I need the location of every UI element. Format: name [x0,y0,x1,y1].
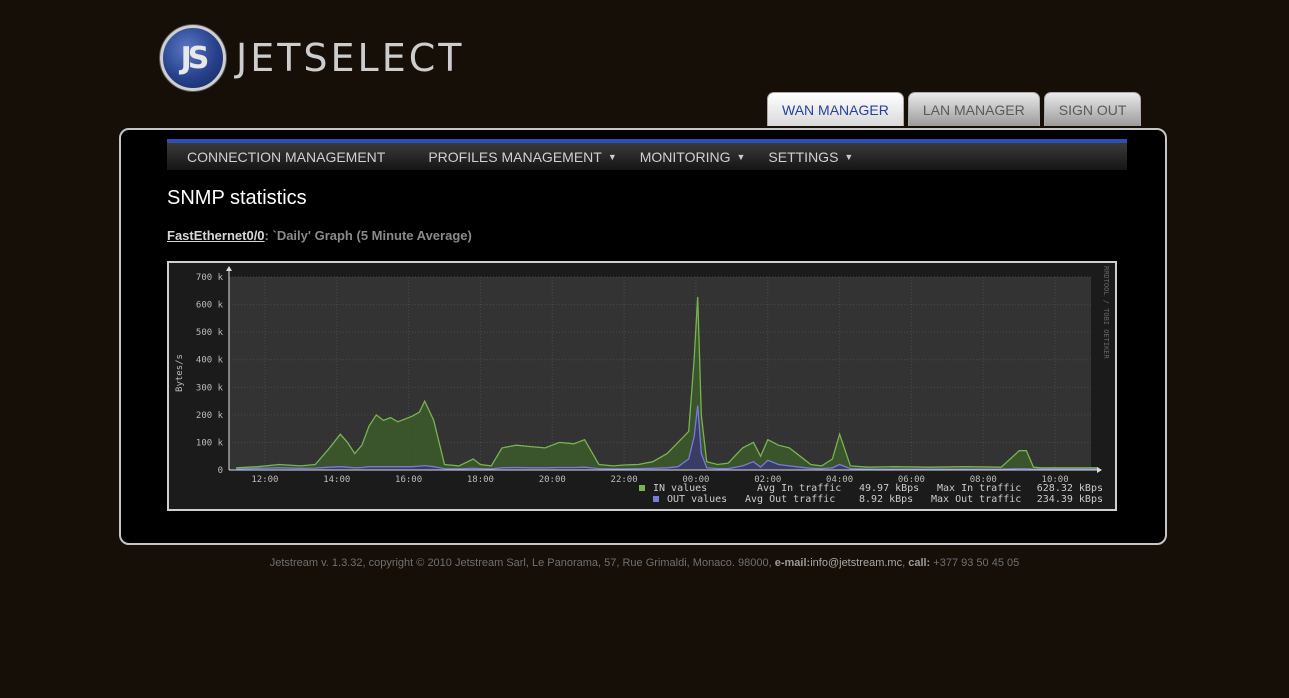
y-tick-label: 300 k [196,383,224,393]
rrdtool-side-label: RRDTOOL / TOBI OETIKER [1102,266,1110,360]
tab-lan-manager[interactable]: LAN MANAGER [907,92,1040,126]
y-tick-label: 500 k [196,328,224,338]
top-tabs: WAN MANAGER LAN MANAGER SIGN OUT [767,92,1142,126]
menu-label: PROFILES MANAGEMENT [428,148,602,165]
legend-out-max-label: Max Out traffic [931,494,1021,505]
footer-call-label: call: [908,557,931,569]
page-title: SNMP statistics [167,187,307,209]
graph-description: : `Daily' Graph (5 Minute Average) [264,228,472,243]
x-tick-label: 14:00 [323,475,350,485]
x-tick-label: 12:00 [251,475,278,485]
legend-in-name: IN values [653,483,707,494]
traffic-chart-svg: 0 100 k 200 k 300 k 400 k 500 k 600 k 700 k 12:0… [169,263,1115,509]
legend-out-avg-label: Avg Out traffic [745,494,835,505]
menu-label: MONITORING [639,148,731,165]
footer: Jetstream v. 1.3.32, copyright © 2010 Je… [269,557,1020,569]
legend-out-name: OUT values [667,494,727,505]
x-tick-label: 20:00 [539,475,566,485]
caret-down-icon: ▼ [844,151,854,162]
caret-down-icon: ▼ [736,151,746,162]
footer-email-link[interactable]: info@jetstream.mc [810,557,902,569]
y-tick-label: 400 k [196,356,224,366]
x-tick-label: 22:00 [611,475,638,485]
interface-link[interactable]: FastEthernet0/0 [167,228,265,243]
logo-text: JETSELECT [236,36,465,80]
legend-in-avg-label: Avg In traffic [757,483,841,494]
legend-swatch-out [653,496,659,502]
tab-sign-out[interactable]: SIGN OUT [1043,92,1142,126]
y-tick-label: 100 k [196,438,224,448]
x-tick-label: 18:00 [467,475,494,485]
graph-subtitle: FastEthernet0/0: `Daily' Graph (5 Minute… [167,228,472,243]
legend-out-avg: 8.92 kBps [859,494,913,505]
menu-label: SETTINGS [768,148,839,165]
jetselect-logo: JS JETSELECT [160,25,465,91]
y-tick-label: 200 k [196,411,224,421]
legend-in-max: 628.32 kBps [1037,483,1103,494]
x-tick-label: 16:00 [395,475,422,485]
footer-phone: +377 93 50 45 05 [933,557,1020,569]
main-panel: CONNECTION MANAGEMENT PROFILES MANAGEMEN… [119,128,1167,545]
logo-mark-icon: JS [160,25,226,91]
caret-down-icon: ▼ [607,151,617,162]
y-tick-label: 700 k [196,273,224,283]
menu-connection-management[interactable]: CONNECTION MANAGEMENT [187,149,385,165]
legend-in-max-label: Max In traffic [937,483,1021,494]
menu-settings[interactable]: SETTINGS ▼ [768,149,853,165]
legend-in-avg: 49.97 kBps [859,483,919,494]
legend-swatch-in [639,485,645,491]
traffic-graph: 0 100 k 200 k 300 k 400 k 500 k 600 k 700 k 12:0… [167,261,1117,511]
menu-label: CONNECTION MANAGEMENT [187,148,386,165]
y-axis-label: Bytes/s [175,354,185,392]
menu-profiles-management[interactable]: PROFILES MANAGEMENT ▼ [428,149,616,165]
y-tick-label: 0 [218,466,223,476]
y-tick-label: 600 k [196,301,224,311]
main-menu: CONNECTION MANAGEMENT PROFILES MANAGEMEN… [167,139,1127,170]
legend-out-max: 234.39 kBps [1037,494,1103,505]
tab-wan-manager[interactable]: WAN MANAGER [767,92,904,126]
menu-monitoring[interactable]: MONITORING ▼ [640,149,746,165]
footer-email-label: e-mail: [774,557,811,569]
footer-copyright: Jetstream v. 1.3.32, copyright © 2010 Je… [269,557,772,569]
